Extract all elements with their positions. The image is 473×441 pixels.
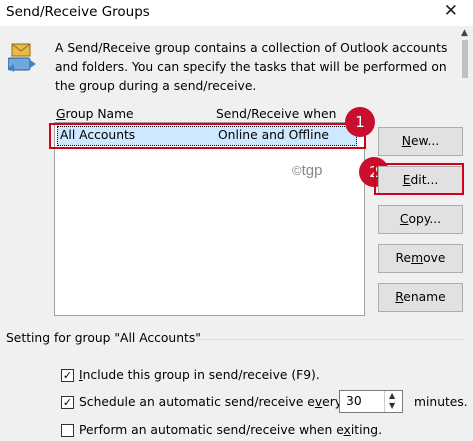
schedule-checkbox[interactable]: ✓	[61, 396, 74, 409]
arrow-up-icon[interactable]: ▲	[389, 391, 395, 400]
arrow-down-icon[interactable]: ▼	[389, 401, 395, 410]
copy-button[interactable]: Copy...	[378, 205, 463, 234]
scrollbar[interactable]: ▲	[458, 28, 472, 80]
stepper-buttons[interactable]: ▲ ▼	[384, 391, 402, 412]
check-icon: ✓	[62, 396, 73, 409]
include-label[interactable]: Include this group in send/receive (F9).	[79, 368, 320, 382]
rename-button[interactable]: Rename	[378, 283, 463, 312]
new-button[interactable]: New...	[378, 127, 463, 156]
highlight-box-row	[49, 123, 366, 149]
exit-label[interactable]: Perform an automatic send/receive when e…	[79, 423, 382, 437]
title-bar: Send/Receive Groups ✕	[0, 0, 473, 26]
watermark: ©tgp	[292, 162, 323, 179]
settings-group-label: Setting for group "All Accounts"	[6, 331, 201, 345]
minutes-value: 30	[346, 394, 362, 408]
minutes-stepper[interactable]: 30 ▲ ▼	[339, 390, 403, 413]
description-text: A Send/Receive group contains a collecti…	[55, 41, 448, 93]
scroll-up-icon[interactable]: ▲	[461, 28, 468, 38]
schedule-label[interactable]: Schedule an automatic send/receive every	[79, 395, 342, 409]
include-checkbox[interactable]: ✓	[61, 369, 74, 382]
step-badge-1: 1	[345, 107, 375, 137]
send-receive-groups-dialog: Send/Receive Groups ✕ A Send/Receive gro…	[0, 0, 473, 441]
column-header-send-receive-when[interactable]: Send/Receive when	[216, 107, 336, 121]
window-title: Send/Receive Groups	[6, 4, 150, 20]
scrollbar-thumb[interactable]	[462, 40, 468, 78]
divider	[196, 339, 464, 340]
check-icon: ✓	[62, 369, 73, 382]
highlight-box-edit	[374, 163, 464, 195]
remove-button[interactable]: Remove	[378, 244, 463, 273]
close-icon[interactable]: ✕	[444, 1, 458, 21]
exit-checkbox[interactable]	[61, 424, 74, 437]
minutes-unit-label: minutes.	[414, 395, 468, 409]
column-header-group-name[interactable]: Group Name	[56, 107, 134, 121]
send-receive-icon	[8, 43, 36, 72]
groups-list[interactable]: All Accounts Online and Offline	[54, 122, 365, 316]
